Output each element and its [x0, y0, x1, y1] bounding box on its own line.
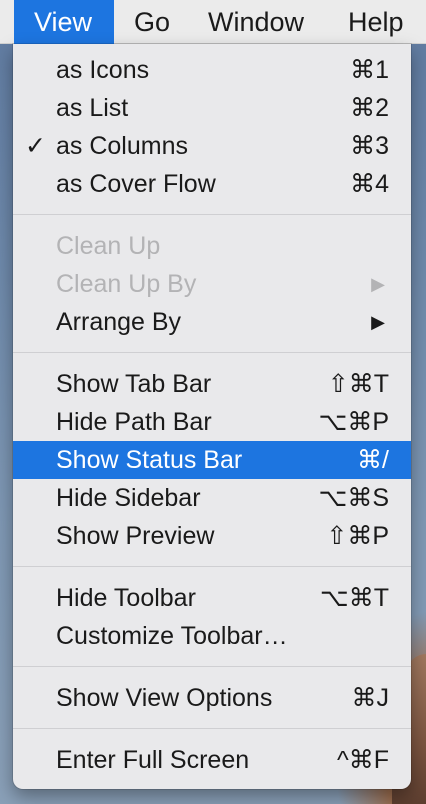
- menu-item-label: Customize Toolbar…: [56, 622, 288, 650]
- menu-item-shortcut: ⌘1: [350, 56, 389, 84]
- menu-item-enter-full-screen[interactable]: Enter Full Screen ^⌘F: [13, 741, 411, 779]
- menu-item-as-cover-flow[interactable]: as Cover Flow ⌘4: [13, 165, 411, 203]
- menu-item-arrange-by[interactable]: Arrange By ▶: [13, 303, 411, 341]
- menu-item-hide-sidebar[interactable]: Hide Sidebar ⌥⌘S: [13, 479, 411, 517]
- menu-item-customize-toolbar[interactable]: Customize Toolbar…: [13, 617, 411, 655]
- menu-item-hide-toolbar[interactable]: Hide Toolbar ⌥⌘T: [13, 579, 411, 617]
- view-menu-dropdown: as Icons ⌘1 as List ⌘2 ✓ as Columns ⌘3 a…: [13, 44, 411, 789]
- menu-item-shortcut: ⌘/: [357, 446, 389, 474]
- menubar-help[interactable]: Help: [332, 0, 420, 44]
- menu-separator: [13, 214, 411, 215]
- menu-item-label: Clean Up: [56, 232, 161, 260]
- menu-item-label: Hide Path Bar: [56, 408, 212, 436]
- menu-separator: [13, 666, 411, 667]
- menu-item-clean-up-by: Clean Up By ▶: [13, 265, 411, 303]
- menu-item-label: Show Preview: [56, 522, 215, 550]
- menu-item-label: as Icons: [56, 56, 150, 84]
- menu-item-shortcut: ⇧⌘T: [327, 370, 389, 398]
- menu-item-label: Hide Sidebar: [56, 484, 201, 512]
- menu-item-as-icons[interactable]: as Icons ⌘1: [13, 51, 411, 89]
- menu-bar: View Go Window Help: [0, 0, 426, 44]
- menubar-view[interactable]: View: [14, 0, 114, 44]
- menu-item-as-list[interactable]: as List ⌘2: [13, 89, 411, 127]
- menu-item-label: Show Status Bar: [56, 446, 243, 474]
- menu-item-label: Clean Up By: [56, 270, 197, 298]
- menu-item-shortcut: ⌥⌘S: [318, 484, 389, 512]
- menu-item-label: as List: [56, 94, 129, 122]
- menu-item-label: Enter Full Screen: [56, 746, 250, 774]
- submenu-arrow-icon: ▶: [371, 274, 385, 294]
- menu-item-label: as Cover Flow: [56, 170, 216, 198]
- menu-item-shortcut: ^⌘F: [336, 746, 389, 774]
- menu-item-shortcut: ⌘4: [350, 170, 389, 198]
- checkmark-icon: ✓: [25, 132, 46, 160]
- menu-separator: [13, 728, 411, 729]
- menu-item-label: Hide Toolbar: [56, 584, 196, 612]
- menu-separator: [13, 566, 411, 567]
- menu-item-show-view-options[interactable]: Show View Options ⌘J: [13, 679, 411, 717]
- menu-item-as-columns[interactable]: ✓ as Columns ⌘3: [13, 127, 411, 165]
- menu-item-clean-up: Clean Up: [13, 227, 411, 265]
- menubar-go[interactable]: Go: [118, 0, 186, 44]
- menu-item-label: Arrange By: [56, 308, 182, 336]
- menu-item-show-preview[interactable]: Show Preview ⇧⌘P: [13, 517, 411, 555]
- menu-item-shortcut: ⌘J: [351, 684, 390, 712]
- menu-item-label: Show View Options: [56, 684, 273, 712]
- menu-separator: [13, 352, 411, 353]
- menu-item-shortcut: ⌥⌘P: [318, 408, 389, 436]
- menu-item-show-tab-bar[interactable]: Show Tab Bar ⇧⌘T: [13, 365, 411, 403]
- menu-item-shortcut: ⌘3: [350, 132, 389, 160]
- submenu-arrow-icon: ▶: [371, 312, 385, 332]
- menu-item-show-status-bar[interactable]: Show Status Bar ⌘/: [13, 441, 411, 479]
- menu-item-shortcut: ⇧⌘P: [326, 522, 389, 550]
- menu-item-label: as Columns: [56, 132, 188, 160]
- menubar-window[interactable]: Window: [192, 0, 320, 44]
- menu-item-label: Show Tab Bar: [56, 370, 212, 398]
- menu-item-shortcut: ⌘2: [350, 94, 389, 122]
- menu-item-hide-path-bar[interactable]: Hide Path Bar ⌥⌘P: [13, 403, 411, 441]
- menu-item-shortcut: ⌥⌘T: [319, 584, 389, 612]
